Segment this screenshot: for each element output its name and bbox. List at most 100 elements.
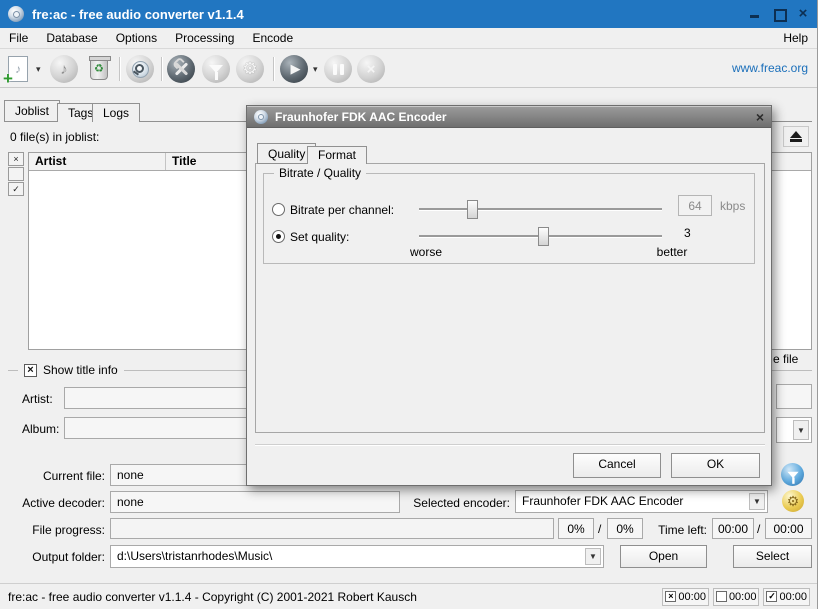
music-file-button[interactable]: ♪ [50, 55, 78, 83]
timer-total: ✓ 00:00 [763, 588, 810, 606]
select-button[interactable]: Select [733, 545, 812, 568]
quality-slider[interactable] [419, 227, 662, 246]
timer-unselected: 00:00 [713, 588, 760, 606]
right-field-fragment[interactable] [776, 384, 812, 409]
right-combo-fragment[interactable]: ▼ [776, 417, 812, 443]
ok-button[interactable]: OK [671, 453, 760, 478]
toolbar-separator [161, 57, 162, 81]
play-icon: ▶ [291, 61, 301, 77]
menu-database[interactable]: Database [37, 29, 106, 47]
app-icon [254, 110, 268, 124]
checkbox-check-icon: ✓ [766, 591, 777, 602]
funnel-icon [787, 471, 798, 477]
bitrate-slider[interactable] [419, 200, 662, 219]
dialog-title: Fraunhofer FDK AAC Encoder [275, 110, 447, 124]
time-left-current: 00:00 [712, 518, 754, 539]
chevron-down-icon[interactable]: ▼ [793, 420, 809, 440]
cancel-button[interactable]: Cancel [573, 453, 661, 478]
settings-button[interactable] [167, 55, 195, 83]
start-encoding-dropdown-icon[interactable]: ▾ [313, 64, 318, 75]
open-button[interactable]: Open [620, 545, 707, 568]
chevron-down-icon[interactable]: ▼ [585, 548, 601, 565]
statusbar-text: fre:ac - free audio converter v1.1.4 - C… [8, 590, 417, 604]
menu-processing[interactable]: Processing [166, 29, 243, 47]
menu-file[interactable]: File [0, 29, 37, 47]
chevron-down-icon[interactable]: ▼ [749, 493, 765, 510]
pause-encoding-button[interactable] [324, 55, 352, 83]
gear-icon: ⚙ [242, 59, 257, 79]
output-folder-select[interactable]: d:\Users\tristanrhodes\Music\ ▼ [110, 545, 604, 568]
eject-button[interactable] [783, 126, 809, 147]
cddb-query-button[interactable] [126, 55, 154, 83]
dialog-tab-format[interactable]: Format [307, 146, 367, 164]
menu-encode[interactable]: Encode [243, 29, 302, 47]
set-quality-radio[interactable] [272, 230, 285, 243]
start-encoding-button[interactable]: ▶ [280, 55, 308, 83]
quality-value: 3 [684, 226, 691, 240]
music-note-icon: ♪ [60, 61, 68, 78]
timer-value: 00:00 [779, 591, 807, 603]
select-all-button[interactable]: × [8, 152, 24, 166]
output-folder-label: Output folder: [0, 550, 105, 564]
active-decoder-value: none [110, 491, 400, 513]
stop-x-icon: × [367, 61, 376, 78]
stop-encoding-button[interactable]: × [357, 55, 385, 83]
menubar: File Database Options Processing Encode … [0, 28, 818, 49]
total-percent-value: 0% [607, 518, 643, 539]
clear-joblist-button[interactable] [90, 59, 108, 80]
checkbox-x-icon: × [665, 591, 676, 602]
funnel-icon [209, 65, 223, 73]
eject-bar-icon [790, 139, 802, 142]
file-percent-value: 0% [558, 518, 594, 539]
menu-options[interactable]: Options [107, 29, 166, 47]
selected-encoder-select[interactable]: Fraunhofer FDK AAC Encoder ▼ [515, 490, 768, 513]
toolbar: ♪ + ▾ ♪ ⚙ ▶ ▾ × www.freac [0, 50, 818, 88]
close-icon[interactable]: × [756, 110, 764, 124]
bitrate-unit-label: kbps [720, 199, 745, 213]
time-separator: / [757, 522, 760, 536]
set-quality-label: Set quality: [290, 230, 349, 244]
show-title-info-checkbox[interactable]: × Show title info [18, 363, 124, 377]
slider-thumb[interactable] [538, 227, 549, 246]
column-header-artist[interactable]: Artist [29, 153, 166, 170]
encoder-settings-button[interactable]: ⚙ [782, 490, 804, 512]
progress-indicator-button[interactable] [781, 463, 804, 486]
window-titlebar: fre:ac - free audio converter v1.1.4 × [0, 0, 818, 28]
toolbar-separator [273, 57, 274, 81]
select-none-button[interactable] [8, 167, 24, 181]
checkbox-checked-icon: × [24, 364, 37, 377]
add-files-dropdown-icon[interactable]: ▾ [36, 64, 41, 75]
processing-filter-button[interactable] [202, 55, 230, 83]
toggle-selection-button[interactable]: ✓ [8, 182, 24, 196]
output-folder-value: d:\Users\tristanrhodes\Music\ [117, 549, 272, 563]
close-icon[interactable]: × [796, 7, 810, 21]
gear-icon: ⚙ [787, 493, 800, 510]
add-files-button[interactable]: ♪ + [8, 56, 28, 82]
tab-joblist[interactable]: Joblist [4, 100, 60, 122]
bitrate-quality-group: Bitrate / Quality Bitrate per channel: 6… [263, 173, 755, 264]
bitrate-value-input[interactable]: 64 [678, 195, 712, 216]
statusbar: fre:ac - free audio converter v1.1.4 - C… [0, 583, 818, 609]
music-note-icon: ♪ [15, 62, 21, 76]
single-file-label-fragment: e file [773, 352, 801, 366]
tab-logs[interactable]: Logs [92, 103, 140, 122]
minimize-icon[interactable] [748, 7, 762, 21]
freac-website-link[interactable]: www.freac.org [732, 61, 808, 75]
bitrate-radio[interactable] [272, 203, 285, 216]
album-input[interactable] [64, 417, 247, 439]
artist-input[interactable] [64, 387, 247, 409]
time-left-total: 00:00 [765, 518, 812, 539]
maximize-icon[interactable] [772, 7, 786, 21]
toolbar-separator [119, 57, 120, 81]
app-window: fre:ac - free audio converter v1.1.4 × F… [0, 0, 818, 609]
eject-icon [790, 131, 802, 138]
slider-thumb[interactable] [467, 200, 478, 219]
show-title-info-label: Show title info [43, 363, 118, 377]
timer-value: 00:00 [729, 591, 757, 603]
encoder-config-button[interactable]: ⚙ [236, 55, 264, 83]
dialog-footer-separator [255, 444, 765, 445]
scale-better-label: better [642, 245, 702, 259]
menu-help[interactable]: Help [773, 29, 818, 47]
scale-worse-label: worse [396, 245, 456, 259]
bitrate-label: Bitrate per channel: [290, 203, 394, 217]
